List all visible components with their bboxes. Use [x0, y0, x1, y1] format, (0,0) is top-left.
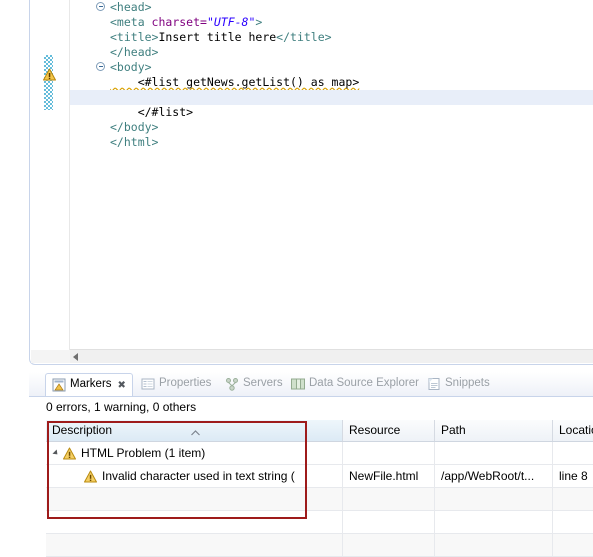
cell-path: [435, 534, 553, 556]
cell-description: HTML Problem (1 item): [46, 442, 343, 464]
markers-summary-label: 0 errors, 1 warning, 0 others: [46, 400, 197, 414]
code-line[interactable]: <#list getNews.getList() as map>: [70, 75, 593, 90]
close-icon[interactable]: ✖: [118, 380, 126, 391]
code-token: <head>: [110, 0, 152, 14]
markers-icon: [52, 378, 66, 392]
cell-path: /app/WebRoot/t...: [435, 465, 553, 487]
servers-icon: [225, 377, 239, 391]
cell-path: [435, 488, 553, 510]
data-source-explorer-icon: [291, 377, 305, 391]
cell-resource: [343, 488, 435, 510]
table-row[interactable]: Invalid character used in text string ( N…: [46, 465, 593, 488]
cell-location: line 8: [553, 465, 593, 487]
column-header-path[interactable]: Path: [435, 420, 553, 441]
scroll-left-arrow-icon[interactable]: [73, 353, 78, 361]
cell-description: [46, 511, 343, 533]
tab-label: Snippets: [445, 377, 490, 390]
cell-resource: [343, 442, 435, 464]
code-token: Insert title here: [158, 30, 277, 44]
expand-collapse-icon[interactable]: [52, 449, 60, 457]
editor-left-margin: [31, 0, 41, 363]
code-line[interactable]: <head>: [70, 0, 593, 15]
source-editor-panel: <head> <meta charset="UTF-8"> <title>Inser…: [29, 0, 593, 365]
markers-view-panel: Markers ✖ Properties Servers Data Source Exp…: [29, 372, 593, 557]
code-token: "UTF-8": [206, 15, 256, 29]
warning-icon: [63, 447, 76, 460]
tab-snippets[interactable]: Snippets: [427, 372, 490, 396]
editor-horizontal-scrollbar[interactable]: [70, 349, 593, 363]
code-token: <#list getNews.getList() as map>: [110, 75, 360, 89]
code-line[interactable]: <title>Insert title here</title>: [70, 30, 593, 45]
marker-description-text: Invalid character used in text string (: [102, 469, 295, 483]
table-row-empty[interactable]: [46, 511, 593, 534]
cell-location: [553, 442, 593, 464]
editor-annotation-gutter[interactable]: [41, 0, 70, 351]
warning-icon[interactable]: [43, 68, 56, 81]
editor-change-bar: [44, 55, 53, 110]
code-token: <body>: [110, 60, 152, 74]
properties-icon: [141, 377, 155, 391]
tab-label: Servers: [243, 377, 283, 390]
cell-path: [435, 511, 553, 533]
tab-label: Properties: [159, 377, 212, 390]
view-tab-bar: Markers ✖ Properties Servers Data Source Exp…: [29, 372, 593, 397]
code-token: <title>: [110, 30, 159, 44]
cell-resource: [343, 511, 435, 533]
tab-markers[interactable]: Markers ✖: [45, 373, 133, 396]
table-row-empty[interactable]: [46, 488, 593, 511]
tab-label: Markers: [70, 378, 112, 391]
marker-description-text: HTML Problem (1 item): [81, 446, 206, 460]
tab-data-source-explorer[interactable]: Data Source Explorer: [291, 372, 419, 396]
markers-table-header: DescriptionResourcePathLocation: [46, 420, 593, 442]
cell-resource: [343, 534, 435, 556]
cell-description: [46, 488, 343, 510]
column-header-description[interactable]: Description: [46, 420, 343, 441]
tab-label: Data Source Explorer: [309, 377, 419, 390]
cell-description: Invalid character used in text string (: [46, 465, 343, 487]
table-row[interactable]: HTML Problem (1 item): [46, 442, 593, 465]
code-line[interactable]: <meta charset="UTF-8">: [70, 15, 593, 30]
code-line[interactable]: [70, 90, 593, 105]
fold-collapse-icon[interactable]: [96, 62, 105, 71]
code-text-area[interactable]: <head> <meta charset="UTF-8"> <title>Inser…: [70, 0, 593, 351]
cell-description: [46, 534, 343, 556]
fold-collapse-icon[interactable]: [96, 2, 105, 11]
code-token: </html>: [110, 135, 159, 149]
column-header-location[interactable]: Location: [553, 420, 593, 441]
column-header-resource[interactable]: Resource: [343, 420, 435, 441]
code-line[interactable]: <body>: [70, 60, 593, 75]
tab-properties[interactable]: Properties: [141, 372, 211, 396]
sort-ascending-icon: [190, 422, 200, 436]
code-line[interactable]: </#list>: [70, 105, 593, 120]
code-line[interactable]: </body>: [70, 120, 593, 135]
code-token: </head>: [110, 45, 159, 59]
markers-table[interactable]: DescriptionResourcePathLocation HTML Pro…: [46, 420, 593, 557]
cell-path: [435, 442, 553, 464]
code-token: </body>: [110, 120, 159, 134]
tab-servers[interactable]: Servers: [225, 372, 283, 396]
code-token: </#list>: [110, 105, 194, 119]
code-token: </title>: [276, 30, 332, 44]
cell-location: [553, 534, 593, 556]
code-token: charset=: [151, 15, 207, 29]
code-line[interactable]: </html>: [70, 135, 593, 150]
snippets-icon: [427, 377, 441, 391]
code-token: <meta: [110, 15, 152, 29]
code-token: >: [255, 15, 263, 29]
table-row-empty[interactable]: [46, 534, 593, 557]
warning-icon: [84, 470, 97, 483]
cell-resource: NewFile.html: [343, 465, 435, 487]
cell-location: [553, 511, 593, 533]
code-line[interactable]: </head>: [70, 45, 593, 60]
cell-location: [553, 488, 593, 510]
